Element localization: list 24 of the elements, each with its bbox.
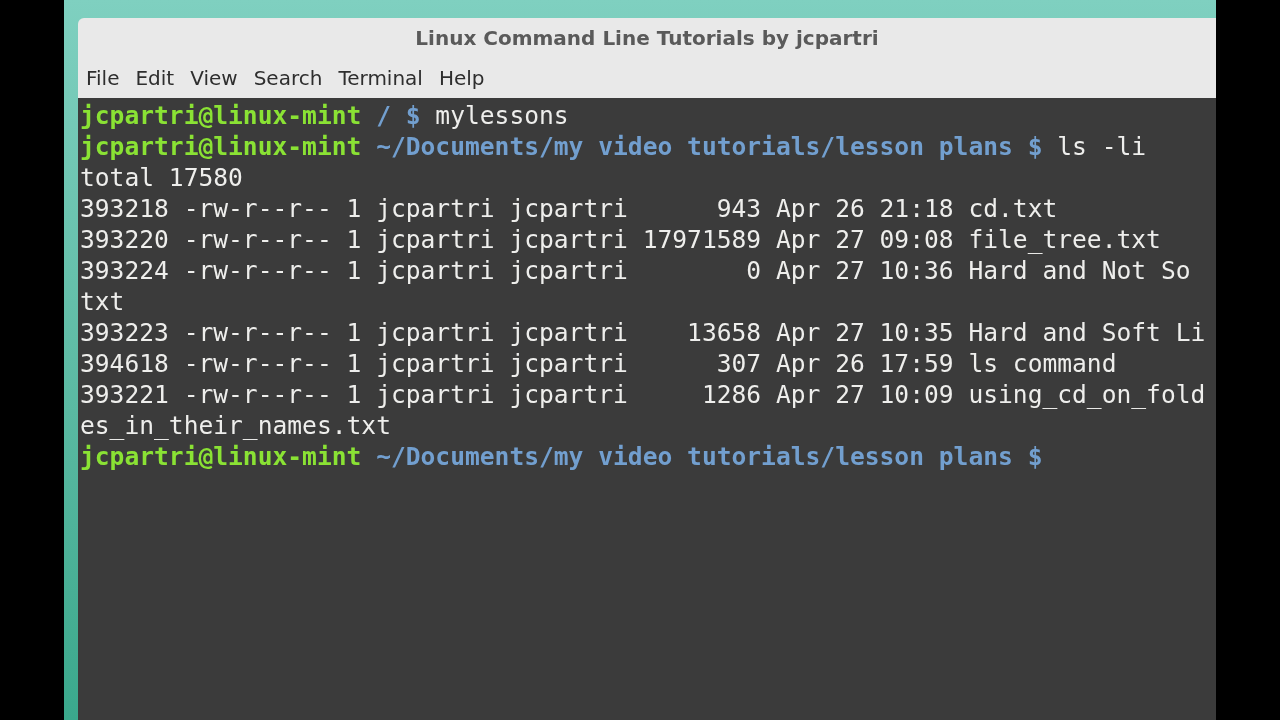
menu-item[interactable]: View bbox=[186, 63, 242, 93]
prompt-user: jcpartri@linux-mint bbox=[80, 441, 362, 472]
prompt-path: ~/Documents/my video tutorials/lesson plans $ bbox=[375, 131, 1043, 162]
menu-item[interactable]: File bbox=[82, 63, 124, 93]
terminal-text: 393220 -rw-r--r-- 1 jcpartri jcpartri 17971589 Apr 27 09:08 file_tree.txt bbox=[80, 224, 1161, 255]
terminal-text: ls -li bbox=[1056, 131, 1147, 162]
prompt-path: / $ bbox=[375, 100, 421, 131]
terminal-text: 394618 -rw-r--r-- 1 jcpartri jcpartri 307 Apr 26 17:59 ls command bbox=[80, 348, 1117, 379]
terminal-text: total 17580 bbox=[80, 162, 243, 193]
prompt-user: jcpartri@linux-mint bbox=[80, 131, 362, 162]
terminal-text: txt bbox=[80, 286, 125, 317]
menu-item[interactable]: Terminal bbox=[334, 63, 427, 93]
terminal-text: es_in_their_names.txt bbox=[80, 410, 391, 441]
prompt-user: jcpartri@linux-mint bbox=[80, 100, 362, 131]
prompt-path: ~/Documents/my video tutorials/lesson plans $ bbox=[375, 441, 1043, 472]
menu-item[interactable]: Help bbox=[434, 63, 489, 93]
terminal-text: 393218 -rw-r--r-- 1 jcpartri jcpartri 943 Apr 26 21:18 cd.txt bbox=[80, 193, 1058, 224]
terminal-text: mylessons bbox=[434, 100, 569, 131]
menu-item[interactable]: Search bbox=[249, 63, 327, 93]
terminal-text: 393221 -rw-r--r-- 1 jcpartri jcpartri 1286 Apr 27 10:09 using_cd_on_fold bbox=[80, 379, 1206, 410]
terminal-text: 393224 -rw-r--r-- 1 jcpartri jcpartri 0 Apr 27 10:36 Hard and Not So bbox=[80, 255, 1191, 286]
terminal-text: 393223 -rw-r--r-- 1 jcpartri jcpartri 13658 Apr 27 10:35 Hard and Soft Li bbox=[80, 317, 1206, 348]
menu-item[interactable]: Edit bbox=[131, 63, 179, 93]
window-title: Linux Command Line Tutorials by jcpartri bbox=[415, 25, 879, 52]
